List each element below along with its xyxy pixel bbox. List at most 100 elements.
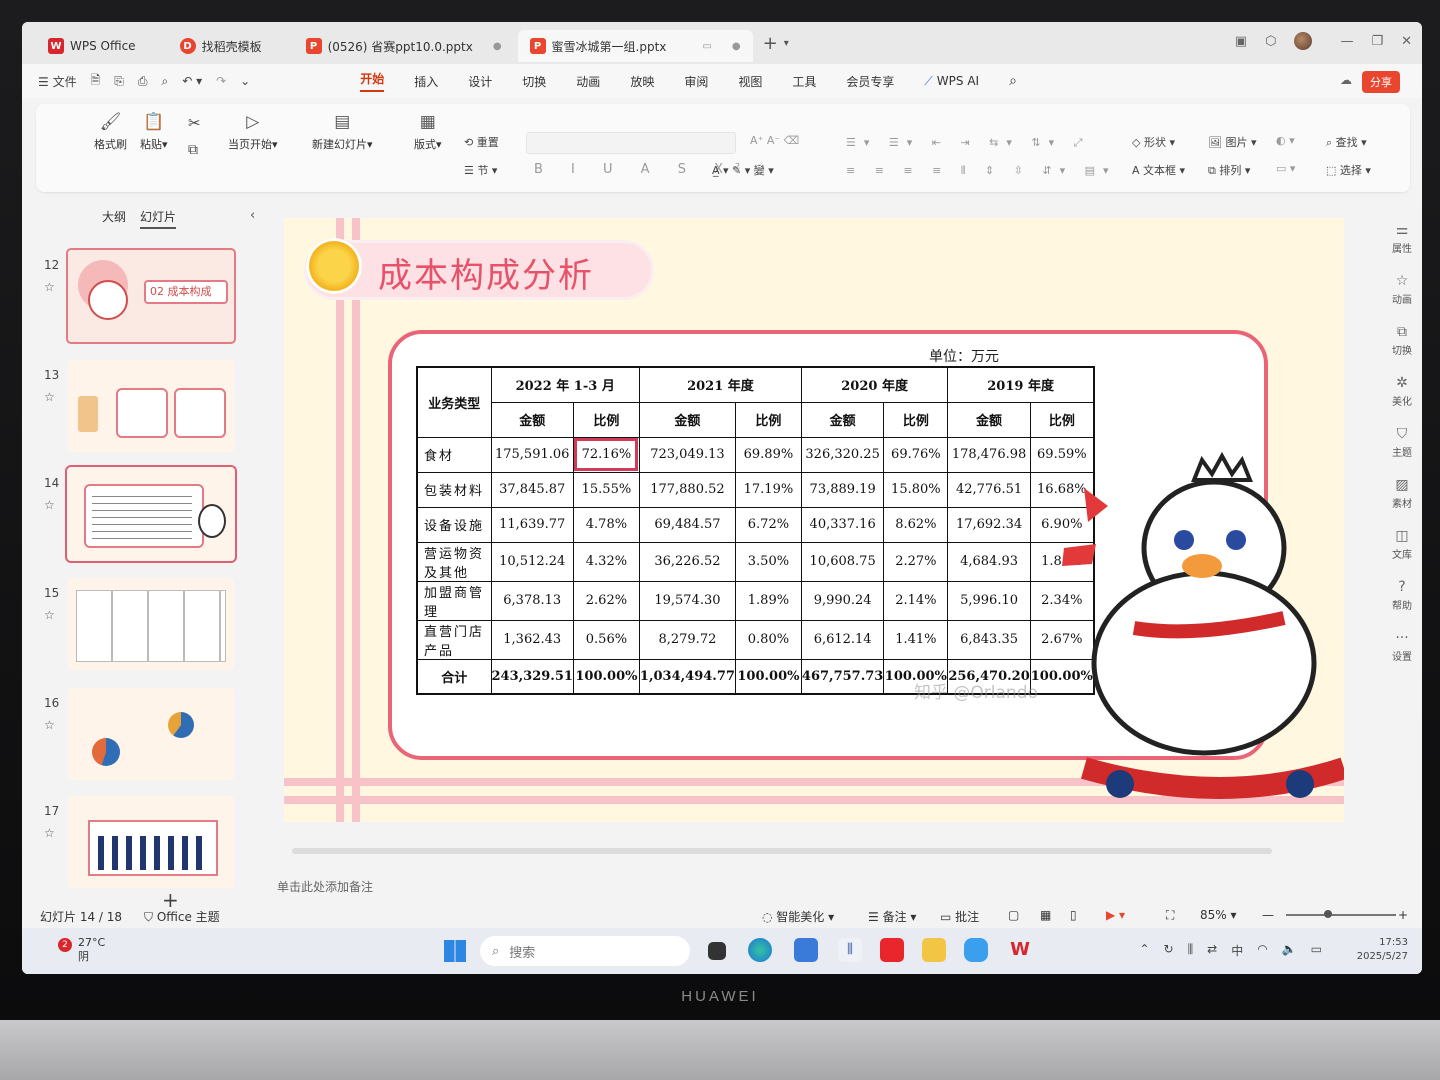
- amount-cell[interactable]: 42,776.51: [947, 471, 1031, 508]
- zoom-out-icon[interactable]: —: [1262, 908, 1274, 922]
- zoom-slider-handle[interactable]: [1324, 910, 1332, 918]
- comments-button[interactable]: ▭ 批注: [940, 908, 979, 925]
- more-icon[interactable]: ⌄: [240, 74, 250, 88]
- tab-template[interactable]: D 找稻壳模板: [168, 30, 274, 62]
- slide-thumbnail[interactable]: [68, 796, 234, 888]
- slide-canvas[interactable]: 成本构成分析 单位：万元 业务类型 2022 年 1-3 月 2021 年度 2…: [284, 218, 1344, 822]
- new-tab-icon[interactable]: +: [763, 33, 778, 54]
- play-from-current-button[interactable]: ▷ 当页开始▾: [228, 112, 278, 152]
- notes-button[interactable]: ☰ 备注 ▾: [868, 908, 916, 925]
- tab-slides[interactable]: 幻灯片: [140, 208, 177, 229]
- star-icon[interactable]: ☆: [44, 498, 55, 512]
- store-icon[interactable]: [794, 938, 818, 962]
- picture-button[interactable]: 🖼 图片 ▾: [1208, 134, 1257, 150]
- ratio-cell[interactable]: 100.00%: [734, 658, 802, 695]
- undo-icon[interactable]: ↶ ▾: [182, 74, 202, 88]
- ratio-cell[interactable]: 2.14%: [883, 580, 949, 621]
- amount-cell[interactable]: 6,378.13: [490, 580, 574, 621]
- wps-ai-button[interactable]: ⟋ WPS AI: [924, 74, 979, 89]
- ratio-cell[interactable]: 72.16%: [572, 436, 640, 473]
- ratio-cell[interactable]: 4.78%: [572, 506, 640, 543]
- ratio-cell[interactable]: 2.62%: [572, 580, 640, 621]
- amount-cell[interactable]: 326,320.25: [800, 436, 885, 473]
- thumb-row[interactable]: 15 ☆: [36, 578, 272, 674]
- amount-cell[interactable]: 69,484.57: [638, 506, 736, 543]
- star-icon[interactable]: ☆: [44, 280, 55, 294]
- properties-button[interactable]: ⚌ 属性: [1384, 222, 1420, 255]
- cube-icon[interactable]: ⬡: [1265, 34, 1276, 49]
- cloud-app-icon[interactable]: [964, 938, 988, 962]
- normal-view-icon[interactable]: ▢: [1008, 908, 1019, 922]
- align-group[interactable]: ≡ ≡ ≡ ≡ ⫴ ⇕ ⇳ ⇵▾ ▤▾: [846, 164, 1117, 178]
- section-button[interactable]: ☰ 节 ▾: [464, 162, 497, 178]
- play-slideshow-icon[interactable]: ▶ ▾: [1106, 908, 1125, 922]
- row-label[interactable]: 加盟商管理: [416, 580, 492, 621]
- amount-cell[interactable]: 467,757.73: [800, 658, 885, 695]
- list-group[interactable]: ☰▾ ☰▾ ⇤ ⇥ ⇆▾ ⇅▾ ⤢: [846, 136, 1090, 150]
- slide-thumbnail[interactable]: [68, 360, 234, 452]
- amount-cell[interactable]: 19,574.30: [638, 580, 736, 621]
- tab-review[interactable]: 审阅: [684, 73, 708, 90]
- folder-icon[interactable]: [922, 938, 946, 962]
- tab-home[interactable]: 开始: [360, 70, 385, 92]
- outline-icon[interactable]: ▭ ▾: [1276, 162, 1295, 175]
- reading-view-icon[interactable]: ▯: [1070, 908, 1077, 922]
- amount-cell[interactable]: 6,843.35: [947, 619, 1031, 660]
- grid-view-icon[interactable]: ▦: [1040, 908, 1051, 922]
- redo-icon[interactable]: ↷: [216, 74, 226, 88]
- wps-taskbar-icon[interactable]: W: [1008, 938, 1032, 962]
- star-icon[interactable]: ☆: [44, 718, 55, 732]
- tab-tools[interactable]: 工具: [792, 73, 816, 90]
- animation-button[interactable]: ☆ 动画: [1384, 273, 1420, 306]
- select-button[interactable]: ⬚ 选择 ▾: [1326, 162, 1371, 178]
- row-label[interactable]: 食材: [416, 436, 492, 473]
- ratio-cell[interactable]: 4.32%: [572, 541, 640, 582]
- ratio-cell[interactable]: 15.55%: [572, 471, 640, 508]
- clock[interactable]: 17:53 2025/5/27: [1357, 936, 1408, 964]
- tab-insert[interactable]: 插入: [414, 73, 438, 90]
- zoom-level[interactable]: 85% ▾: [1200, 908, 1237, 922]
- slide-thumbnail[interactable]: 02 成本构成: [66, 248, 236, 344]
- chevron-up-icon[interactable]: ⌃: [1139, 942, 1149, 959]
- windows-start-icon[interactable]: [444, 940, 466, 962]
- ratio-cell[interactable]: 8.62%: [883, 506, 949, 543]
- new-slide-button[interactable]: ▤ 新建幻灯片▾: [312, 112, 373, 152]
- amount-cell[interactable]: 1,362.43: [490, 619, 574, 660]
- weather-widget[interactable]: 2 27°C 阴: [58, 936, 105, 964]
- tab-member[interactable]: 会员专享: [846, 73, 894, 90]
- star-icon[interactable]: ☆: [44, 390, 55, 404]
- slide-thumbnail[interactable]: [68, 578, 234, 670]
- ratio-cell[interactable]: 69.76%: [883, 436, 949, 473]
- amount-cell[interactable]: 4,684.93: [947, 541, 1031, 582]
- amount-cell[interactable]: 40,337.16: [800, 506, 885, 543]
- comment-icon[interactable]: ▭: [702, 41, 711, 52]
- arrange-button[interactable]: ⧉ 排列 ▾: [1208, 162, 1250, 178]
- find-button[interactable]: ⌕ 查找 ▾: [1326, 134, 1367, 150]
- tab-animation[interactable]: 动画: [576, 73, 600, 90]
- zoom-slider[interactable]: [1286, 914, 1396, 916]
- share-button[interactable]: 分享: [1362, 71, 1400, 93]
- wifi-icon[interactable]: ◠: [1257, 942, 1267, 959]
- amount-cell[interactable]: 177,880.52: [638, 471, 736, 508]
- row-label[interactable]: 设备设施: [416, 506, 492, 543]
- window-list-icon[interactable]: ▣: [1235, 34, 1247, 49]
- row-label[interactable]: 包装材料: [416, 471, 492, 508]
- cloud-icon[interactable]: ☁: [1340, 73, 1352, 87]
- close-window-icon[interactable]: ✕: [1401, 34, 1412, 49]
- tab-transition[interactable]: 切换: [522, 73, 546, 90]
- amount-cell[interactable]: 9,990.24: [800, 580, 885, 621]
- copy-icon[interactable]: ⧉: [188, 142, 198, 158]
- ratio-cell[interactable]: 1.41%: [883, 619, 949, 660]
- sync-icon[interactable]: ↻: [1164, 942, 1174, 959]
- cost-table[interactable]: 业务类型 2022 年 1-3 月 2021 年度 2020 年度 2019 年…: [416, 366, 1095, 695]
- ratio-cell[interactable]: 17.19%: [734, 471, 802, 508]
- swap-icon[interactable]: ⇄: [1207, 942, 1217, 959]
- print-icon[interactable]: ⎙: [138, 74, 148, 89]
- thumb-row[interactable]: 14 ☆: [36, 465, 272, 564]
- huawei-app-icon[interactable]: [880, 938, 904, 962]
- edge-icon[interactable]: [748, 938, 772, 962]
- ime-indicator[interactable]: 中: [1231, 942, 1243, 959]
- restore-icon[interactable]: ❐: [1371, 34, 1383, 49]
- save-icon[interactable]: 🗎: [91, 71, 101, 92]
- font-color-icon[interactable]: A̲ ▾ ✎ ▾ 變 ▾: [712, 162, 774, 178]
